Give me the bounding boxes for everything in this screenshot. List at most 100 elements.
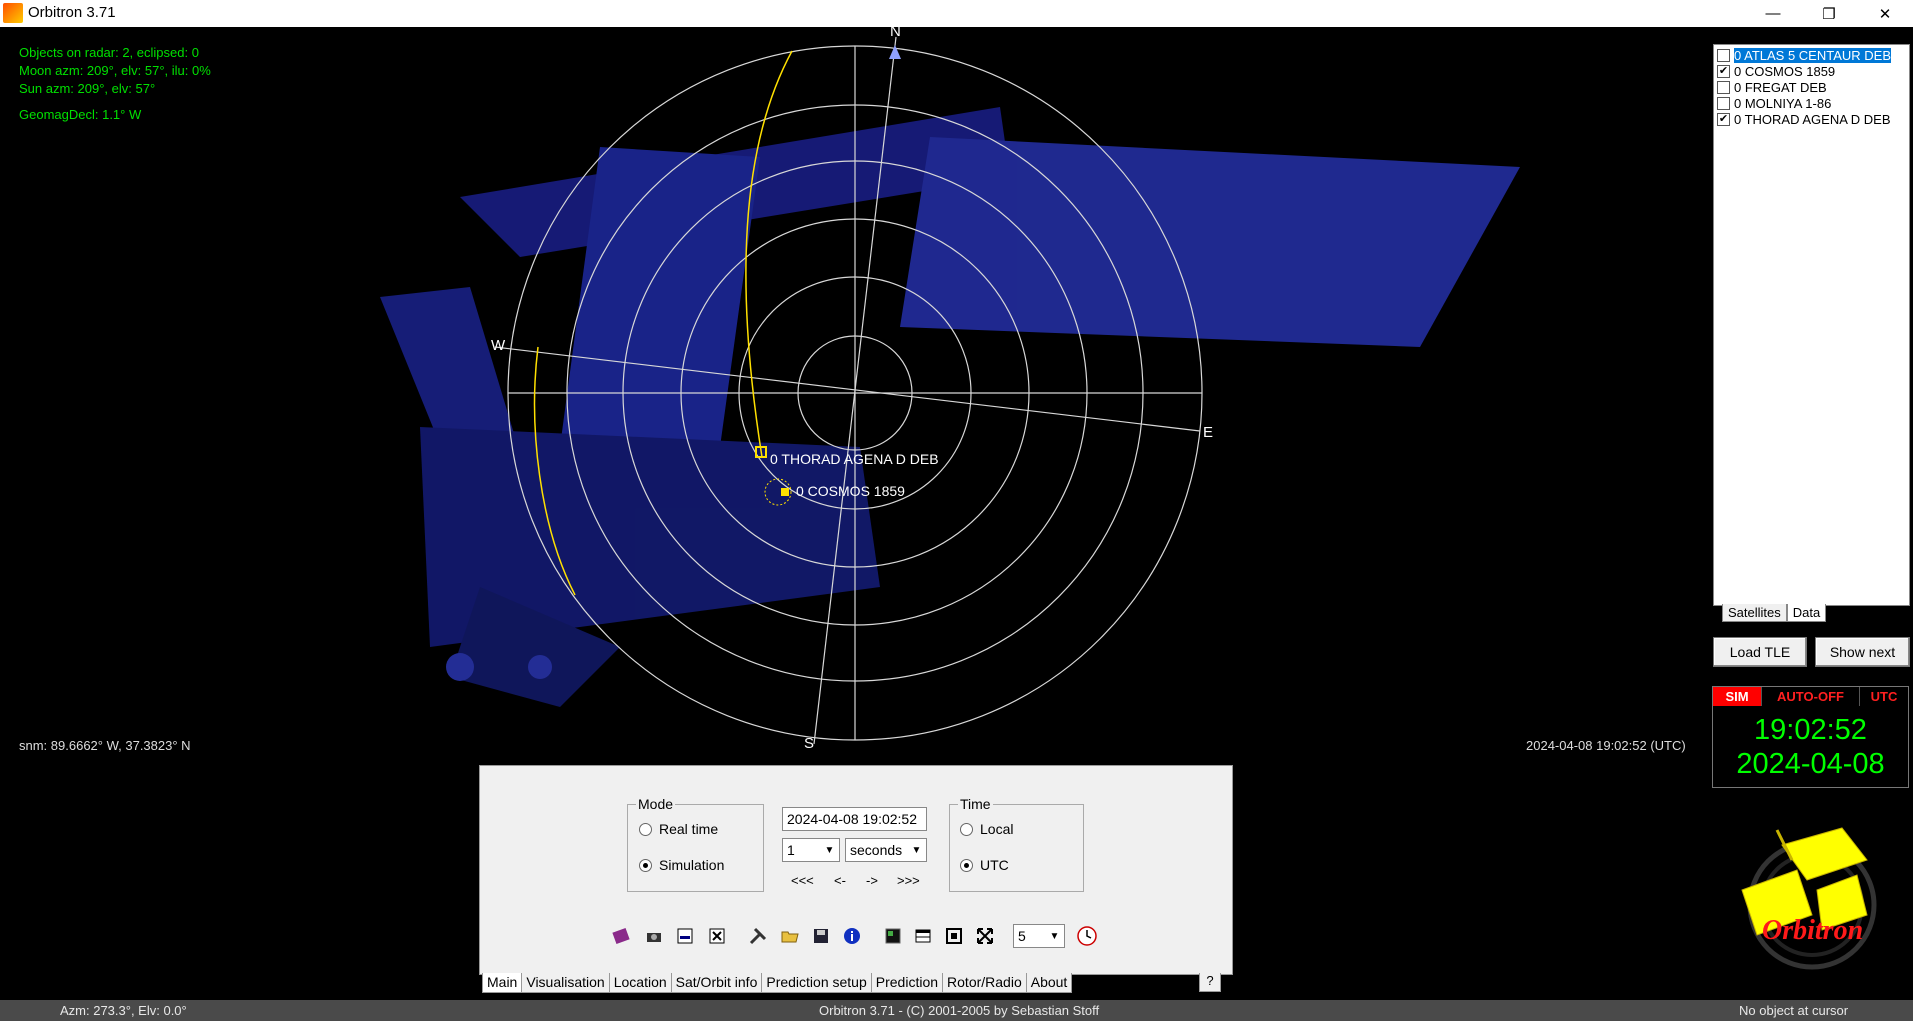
status-cursor-object: No object at cursor: [1739, 1003, 1849, 1018]
moon-info: Moon azm: 209°, elv: 57°, ilu: 0%: [19, 63, 211, 78]
datetime-input[interactable]: 2024-04-08 19:02:52: [782, 807, 927, 831]
radar-sat-label[interactable]: 0 COSMOS 1859: [796, 483, 905, 499]
minimize-window-icon[interactable]: [673, 924, 697, 948]
clock-display: SIM AUTO-OFF UTC 19:02:52 2024-04-08: [1712, 686, 1909, 788]
tab-prediction[interactable]: Prediction: [870, 973, 944, 993]
window-icon[interactable]: [911, 924, 935, 948]
tab-rotor-radio[interactable]: Rotor/Radio: [942, 973, 1027, 993]
north-marker-icon: [889, 45, 901, 59]
checkbox-checked-icon[interactable]: ✔: [1717, 112, 1730, 126]
satellite-list-item[interactable]: 0 ATLAS 5 CENTAUR DEB: [1714, 47, 1909, 63]
close-button[interactable]: ✕: [1857, 0, 1913, 27]
checkbox-icon[interactable]: [1717, 48, 1730, 62]
compass-east: E: [1203, 424, 1214, 441]
fit-icon[interactable]: [942, 924, 966, 948]
tools-icon[interactable]: [746, 924, 770, 948]
map-icon[interactable]: [881, 924, 905, 948]
time-legend: Time: [958, 796, 993, 812]
satellite-name: 0 MOLNIYA 1-86: [1734, 95, 1832, 111]
compass-south: S: [804, 735, 815, 752]
clock-icon[interactable]: [1075, 924, 1099, 948]
orbitron-app-icon: [3, 3, 23, 23]
time-group: Time: [949, 796, 1084, 892]
satellite-list-item[interactable]: 0 FREGAT DEB: [1714, 79, 1909, 95]
minimize-button[interactable]: —: [1745, 0, 1801, 27]
simulation-radio[interactable]: Simulation: [639, 857, 724, 873]
load-tle-button[interactable]: Load TLE: [1713, 637, 1807, 667]
radio-icon: [639, 822, 652, 836]
cosmos-marker-icon: [781, 488, 789, 496]
status-azm-elv: Azm: 273.3°, Elv: 0.0°: [60, 1003, 187, 1018]
step-forward-button[interactable]: ->: [866, 873, 878, 888]
step-forward-fast-button[interactable]: >>>: [897, 873, 920, 888]
checkbox-icon[interactable]: [1717, 80, 1730, 94]
radar-info: Objects on radar: 2, eclipsed: 0 Moon az…: [19, 44, 211, 124]
logo-icon: [1741, 827, 1877, 970]
status-copyright: Orbitron 3.71 - (C) 2001-2005 by Sebasti…: [819, 1003, 1100, 1018]
expand-icon[interactable]: [973, 924, 997, 948]
status-bar: Azm: 273.3°, Elv: 0.0° Orbitron 3.71 - (…: [0, 1000, 1913, 1021]
step-value-select[interactable]: 1 ▼: [782, 838, 840, 862]
step-back-button[interactable]: <-: [834, 873, 846, 888]
show-next-button[interactable]: Show next: [1815, 637, 1910, 667]
thorad-track: [745, 50, 793, 458]
local-label: Local: [980, 821, 1014, 837]
tab-data[interactable]: Data: [1786, 604, 1827, 622]
main-tabs: Main Visualisation Location Sat/Orbit info P…: [482, 973, 1073, 993]
step-value: 1: [787, 842, 795, 858]
auto-off-flag[interactable]: AUTO-OFF: [1762, 687, 1860, 706]
tab-sat-orbit-info[interactable]: Sat/Orbit info: [670, 973, 763, 993]
count-value: 5: [1018, 928, 1026, 944]
info-icon[interactable]: [840, 924, 864, 948]
checkbox-checked-icon[interactable]: ✔: [1717, 64, 1730, 78]
objects-on-radar: Objects on radar: 2, eclipsed: 0: [19, 45, 199, 60]
clock-time: 19:02:52: [1754, 714, 1867, 746]
satellite-name: 0 THORAD AGENA D DEB: [1734, 111, 1891, 127]
count-select[interactable]: 5 ▼: [1013, 924, 1065, 948]
step-back-fast-button[interactable]: <<<: [791, 873, 814, 888]
real-time-radio[interactable]: Real time: [639, 821, 718, 837]
tab-prediction-setup[interactable]: Prediction setup: [761, 973, 872, 993]
help-button[interactable]: ?: [1199, 973, 1221, 992]
satellite-list-item[interactable]: 0 MOLNIYA 1-86: [1714, 95, 1909, 111]
window-title: Orbitron 3.71: [28, 4, 116, 21]
current-datetime: 2024-04-08 19:02:52 (UTC): [1526, 738, 1686, 753]
utc-radio[interactable]: UTC: [960, 857, 1009, 873]
satellite-background-image: [380, 107, 1520, 707]
geomag-info: GeomagDecl: 1.1° W: [19, 107, 142, 122]
orbitron-logo: Orbitron: [1722, 820, 1892, 970]
radio-selected-icon: [960, 858, 973, 872]
utc-flag[interactable]: UTC: [1860, 687, 1908, 706]
tab-satellites[interactable]: Satellites: [1722, 604, 1787, 622]
chevron-down-icon[interactable]: ▼: [1047, 928, 1062, 945]
tab-about[interactable]: About: [1025, 973, 1073, 993]
chevron-down-icon[interactable]: ▼: [822, 842, 837, 859]
real-time-label: Real time: [659, 821, 719, 837]
tab-visualisation[interactable]: Visualisation: [521, 973, 610, 993]
utc-label: UTC: [980, 857, 1009, 873]
satellite-name: 0 COSMOS 1859: [1734, 63, 1836, 79]
close-window-icon[interactable]: [705, 924, 729, 948]
local-radio[interactable]: Local: [960, 821, 1013, 837]
right-tabs: Satellites Data: [1722, 604, 1827, 622]
restore-button[interactable]: ❐: [1801, 0, 1857, 27]
save-icon[interactable]: [809, 924, 833, 948]
camera-icon[interactable]: [642, 924, 666, 948]
observer-location: snm: 89.6662° W, 37.3823° N: [19, 738, 191, 753]
satellite-name: 0 FREGAT DEB: [1734, 79, 1827, 95]
radio-selected-icon: [639, 858, 652, 872]
satellite-list-item[interactable]: ✔ 0 THORAD AGENA D DEB: [1714, 111, 1909, 127]
title-bar: Orbitron 3.71 — ❐ ✕: [0, 0, 1913, 27]
tab-main[interactable]: Main: [482, 973, 523, 993]
step-unit-select[interactable]: seconds ▼: [845, 838, 927, 862]
chevron-down-icon[interactable]: ▼: [909, 842, 924, 859]
tab-location[interactable]: Location: [608, 973, 672, 993]
satellite-list-item[interactable]: ✔ 0 COSMOS 1859: [1714, 63, 1909, 79]
book-icon[interactable]: [609, 924, 633, 948]
satellite-list[interactable]: 0 ATLAS 5 CENTAUR DEB ✔ 0 COSMOS 1859 0 FRE…: [1713, 44, 1910, 606]
step-unit: seconds: [850, 842, 903, 858]
sim-flag[interactable]: SIM: [1713, 687, 1762, 706]
radar-sat-label[interactable]: 0 THORAD AGENA D DEB: [770, 451, 939, 467]
checkbox-icon[interactable]: [1717, 96, 1730, 110]
open-folder-icon[interactable]: [778, 924, 802, 948]
